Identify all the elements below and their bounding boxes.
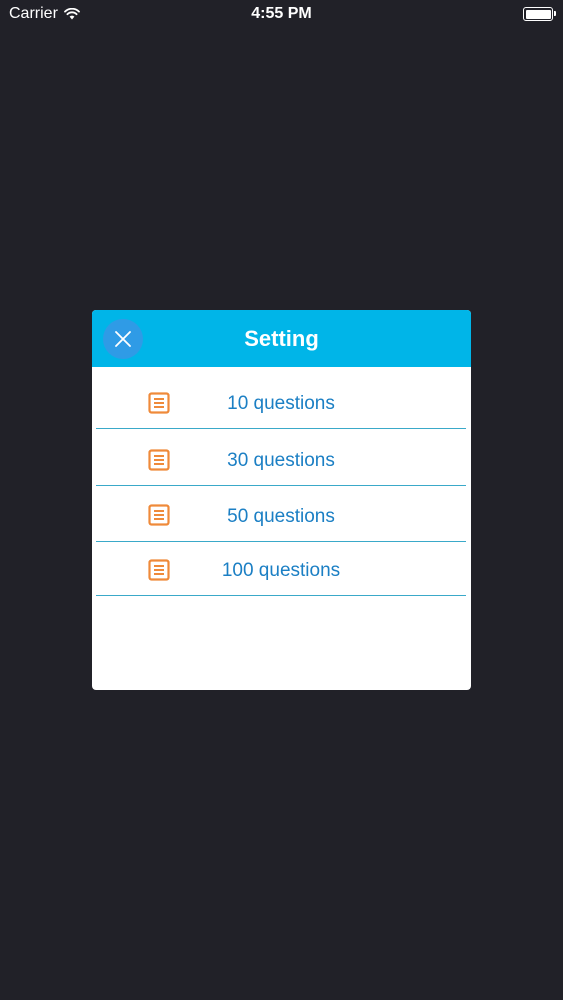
- option-100-questions[interactable]: 100 questions: [96, 543, 466, 596]
- dialog-title: Setting: [244, 326, 319, 351]
- option-30-questions[interactable]: 30 questions: [96, 430, 466, 486]
- close-icon: [115, 331, 131, 347]
- dialog-header: Setting: [92, 310, 471, 367]
- battery-level: [525, 9, 551, 19]
- battery-icon: [523, 7, 556, 21]
- close-button[interactable]: [103, 319, 143, 359]
- option-label: 10 questions: [227, 393, 335, 414]
- status-bar: Carrier 4:55 PM: [0, 0, 563, 30]
- option-label: 50 questions: [227, 506, 335, 527]
- option-label: 100 questions: [221, 560, 341, 581]
- option-10-questions[interactable]: 10 questions: [96, 367, 466, 429]
- status-time: 4:55 PM: [251, 5, 312, 22]
- option-label: 30 questions: [227, 450, 335, 471]
- option-50-questions[interactable]: 50 questions: [96, 487, 466, 542]
- setting-dialog: Setting 10 questions 30 questions 50 que…: [92, 310, 471, 690]
